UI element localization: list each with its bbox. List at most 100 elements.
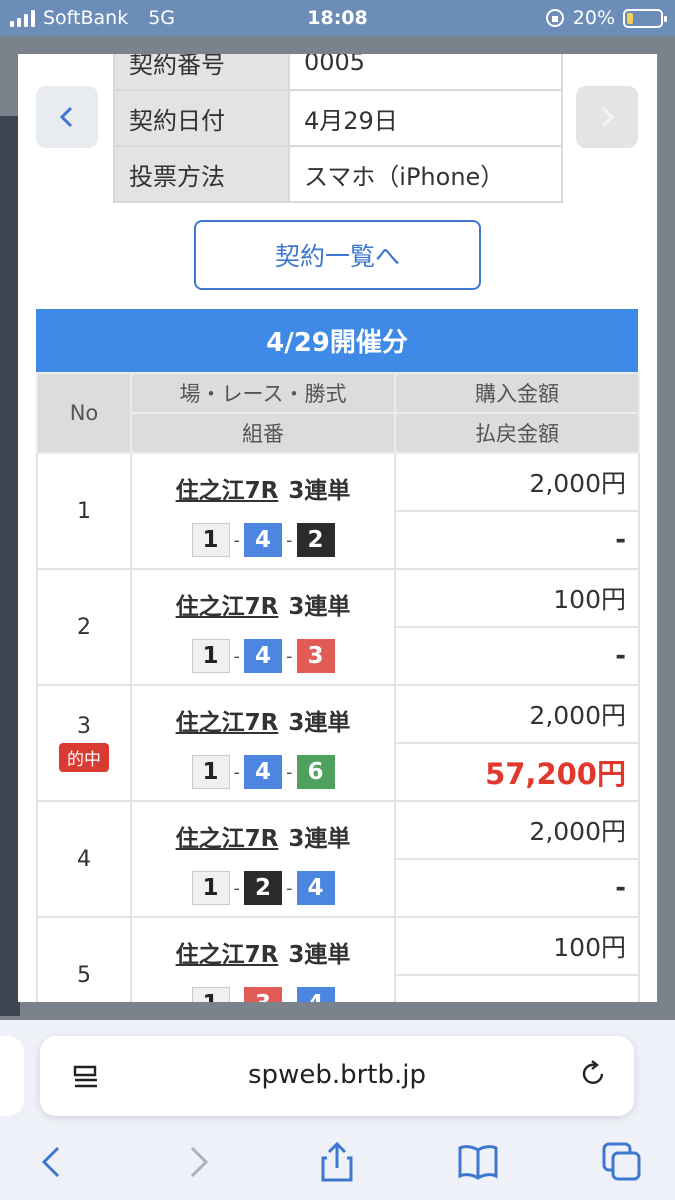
- status-bar: SoftBank 5G 18:08 20%: [0, 0, 675, 36]
- race-combo-cell: 住之江7R 3連単 1-2-4: [130, 800, 396, 918]
- bet-type: 3連単: [288, 594, 351, 620]
- browser-toolbar: [0, 1130, 675, 1190]
- race-combo-cell: 住之江7R3連単1-3-4: [130, 916, 396, 1002]
- boat-number: 4: [244, 755, 282, 789]
- race-info[interactable]: 住之江7R 3連単: [132, 471, 394, 505]
- header-race-type: 場・レース・勝式: [130, 372, 396, 414]
- contract-date-row: 契約日付 4月29日: [113, 89, 563, 147]
- boat-number: 3: [296, 639, 335, 673]
- vote-method-value: スマホ（iPhone）: [288, 145, 563, 203]
- chevron-left-icon: [59, 106, 73, 128]
- race-info[interactable]: 住之江7R 3連単: [132, 935, 394, 969]
- contract-list-button[interactable]: 契約一覧へ: [194, 220, 481, 290]
- address-bar[interactable]: spweb.brtb.jp: [40, 1036, 634, 1116]
- header-combo: 組番: [130, 412, 396, 454]
- bet-type: 3連単: [288, 478, 351, 504]
- row-number-text: 3: [77, 714, 91, 739]
- combo-separator: -: [286, 761, 293, 783]
- back-icon[interactable]: [30, 1140, 74, 1184]
- combo-separator: -: [286, 529, 293, 551]
- combo-separator: -: [233, 529, 241, 551]
- boat-number: 4: [244, 523, 282, 557]
- session-title: 4/29開催分: [36, 309, 638, 372]
- row-number-text: 4: [77, 846, 91, 872]
- boat-number: 4: [244, 639, 282, 673]
- next-contract-button[interactable]: [576, 86, 638, 148]
- table-row: 5住之江7R3連単1-3-4100円: [36, 916, 640, 1002]
- bet-type: 3連単: [288, 942, 351, 968]
- combination: 1-3-4: [132, 987, 394, 1002]
- contract-info-table: 契約番号 0005 契約日付 4月29日 投票方法 スマホ（iPhone）: [113, 54, 563, 203]
- combo-separator: -: [233, 877, 241, 899]
- race-link[interactable]: 住之江7R: [176, 710, 279, 736]
- race-link[interactable]: 住之江7R: [176, 942, 279, 968]
- purchase-amount: 2,000円: [394, 452, 640, 512]
- boat-number: 4: [296, 871, 335, 905]
- battery-percent: 20%: [572, 7, 615, 29]
- payout-amount: -: [394, 858, 640, 918]
- vote-method-row: 投票方法 スマホ（iPhone）: [113, 145, 563, 203]
- contract-number-value: 0005: [288, 54, 563, 91]
- contract-date-value: 4月29日: [288, 89, 563, 147]
- bet-type: 3連単: [288, 826, 351, 852]
- combo-separator: -: [286, 645, 293, 667]
- boat-number: 1: [191, 871, 230, 905]
- previous-tab-edge[interactable]: [0, 1036, 24, 1116]
- forward-icon[interactable]: [176, 1140, 220, 1184]
- boat-number: 1: [191, 755, 230, 789]
- contract-number-row: 契約番号 0005: [113, 54, 563, 91]
- battery-fill: [627, 12, 634, 24]
- prev-contract-button[interactable]: [36, 86, 98, 148]
- race-link[interactable]: 住之江7R: [176, 594, 279, 620]
- race-link[interactable]: 住之江7R: [176, 826, 279, 852]
- status-right: 20%: [545, 7, 667, 29]
- row-number: 3 的中: [36, 684, 132, 802]
- table-row: 2 住之江7R 3連単 1-4-3 100円: [36, 568, 640, 686]
- payout-amount: 57,200円: [394, 742, 640, 802]
- row-number: 2: [36, 568, 132, 686]
- header-purchase: 購入金額: [394, 372, 640, 414]
- payout-amount: -: [394, 626, 640, 686]
- row-number: 1: [36, 452, 132, 570]
- bet-rows: 1 住之江7R 3連単 1-4-2 2,000円 -2 住之江7R 3連単 1-4-3 100円 -…: [36, 452, 640, 1002]
- combo-separator: -: [233, 761, 241, 783]
- combo-separator: -: [286, 994, 293, 1003]
- bookmarks-icon[interactable]: [456, 1140, 500, 1184]
- boat-number: 1: [191, 639, 230, 673]
- payout-amount: [394, 974, 640, 1002]
- bets-table: No 場・レース・勝式 購入金額 組番 払戻金額 1 住之江7R 3連単 1-4-2 2…: [36, 372, 640, 1002]
- race-info[interactable]: 住之江7R 3連単: [132, 703, 394, 737]
- race-info[interactable]: 住之江7R 3連単: [132, 819, 394, 853]
- orientation-lock-icon: [545, 9, 564, 27]
- table-row: 4 住之江7R 3連単 1-2-4 2,000円: [36, 800, 640, 918]
- race-link[interactable]: 住之江7R: [176, 478, 279, 504]
- header-no: No: [36, 372, 132, 454]
- vote-method-label: 投票方法: [113, 145, 290, 203]
- boat-number: 1: [191, 987, 230, 1002]
- boat-number: 3: [244, 987, 282, 1002]
- combination: 1-4-2: [132, 523, 394, 557]
- header-payout: 払戻金額: [394, 412, 640, 454]
- race-info[interactable]: 住之江7R 3連単: [132, 587, 394, 621]
- boat-number: 6: [296, 755, 335, 789]
- race-combo-cell: 住之江7R 3連単 1-4-2: [130, 452, 396, 570]
- race-combo-cell: 住之江7R 3連単 1-4-3: [130, 568, 396, 686]
- combo-separator: -: [233, 645, 241, 667]
- row-number-text: 5: [77, 962, 91, 988]
- purchase-amount: 2,000円: [394, 684, 640, 744]
- contract-number-label: 契約番号: [113, 54, 290, 91]
- tabs-icon[interactable]: [600, 1140, 644, 1184]
- table-row: 1 住之江7R 3連単 1-4-2 2,000円: [36, 452, 640, 570]
- boat-number: 1: [191, 523, 230, 557]
- boat-number: 2: [244, 871, 282, 905]
- combination: 1-4-6: [132, 755, 394, 789]
- hit-badge: 的中: [59, 743, 109, 772]
- contract-modal: 契約番号 0005 契約日付 4月29日 投票方法 スマホ（iPhone） 契約…: [18, 54, 657, 1002]
- row-number-text: 2: [77, 614, 91, 640]
- boat-number: 4: [296, 987, 335, 1002]
- browser-bar: spweb.brtb.jp: [0, 1020, 675, 1200]
- url-text: spweb.brtb.jp: [248, 1060, 426, 1090]
- bet-type: 3連単: [288, 710, 351, 736]
- share-icon[interactable]: [315, 1140, 359, 1184]
- reload-icon[interactable]: [578, 1058, 610, 1090]
